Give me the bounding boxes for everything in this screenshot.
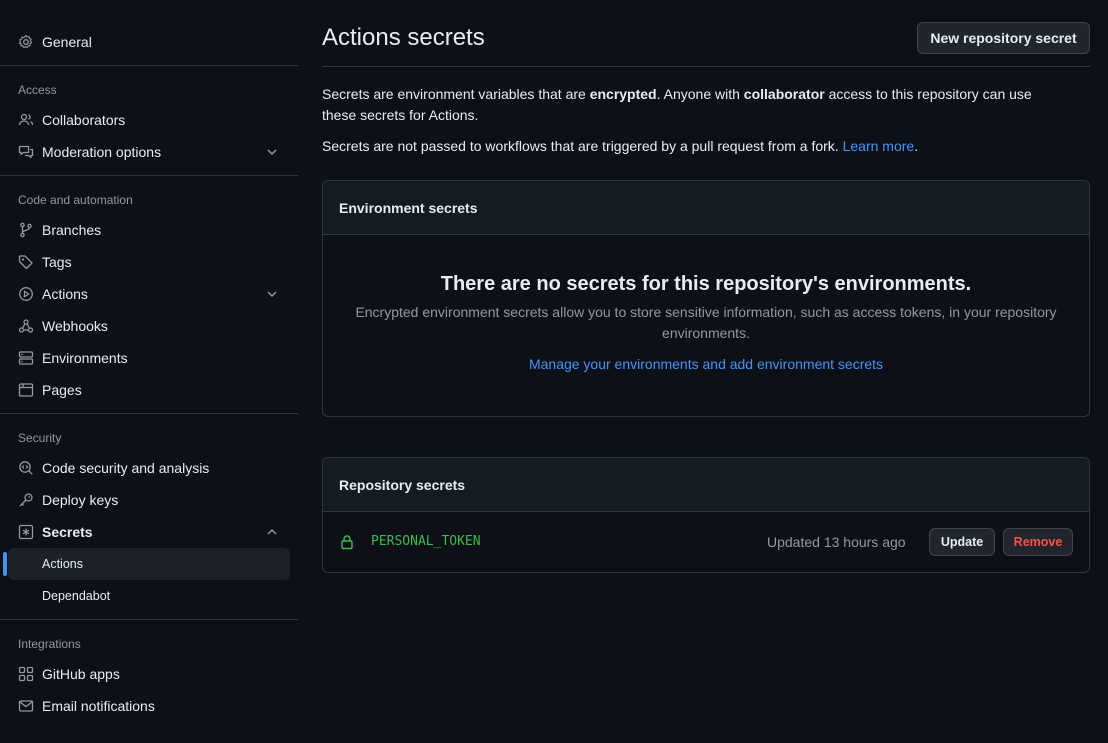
mail-icon — [18, 698, 34, 714]
sidebar-item-label: Tags — [42, 254, 72, 270]
title-divider — [322, 66, 1090, 67]
sidebar-item-tags[interactable]: Tags — [8, 247, 290, 277]
sidebar-item-secrets[interactable]: Secrets — [8, 517, 290, 547]
repository-secrets-header: Repository secrets — [323, 458, 1089, 512]
server-icon — [18, 350, 34, 366]
secret-name: PERSONAL_TOKEN — [371, 534, 481, 549]
sidebar-subitem-secrets-actions[interactable]: Actions — [8, 548, 290, 580]
intro-emphasis-collaborator: collaborator — [743, 86, 825, 102]
sidebar-item-label: GitHub apps — [42, 666, 120, 682]
group-label-code-automation: Code and automation — [18, 193, 133, 207]
blankslate-description: Encrypted environment secrets allow you … — [355, 304, 1057, 341]
sidebar-item-label: Branches — [42, 222, 102, 238]
fork-note-text: Secrets are not passed to workflows that… — [322, 138, 843, 154]
manage-environments-link: Manage your environments and add environ… — [323, 356, 1089, 372]
learn-more-link[interactable]: Learn more — [843, 138, 915, 154]
secret-row: PERSONAL_TOKEN Updated 13 hours ago Upda… — [323, 512, 1089, 572]
sidebar-item-code-security[interactable]: Code security and analysis — [8, 453, 290, 483]
fork-note-paragraph: Secrets are not passed to workflows that… — [322, 136, 1062, 157]
apps-icon — [18, 666, 34, 682]
intro-text: . Anyone with — [656, 86, 744, 102]
sidebar-item-label: Environments — [42, 350, 128, 366]
sidebar-divider — [0, 175, 298, 176]
sidebar-item-label: Secrets — [42, 524, 93, 540]
new-repository-secret-button[interactable]: New repository secret — [917, 22, 1090, 54]
sidebar-item-label: Actions — [42, 286, 88, 302]
settings-sidebar: General Access Collaborators Moderation … — [0, 0, 298, 743]
people-icon — [18, 112, 34, 128]
sidebar-item-email-notifications[interactable]: Email notifications — [8, 691, 290, 721]
gear-icon — [18, 34, 34, 50]
sidebar-item-label: Moderation options — [42, 144, 162, 160]
sidebar-item-branches[interactable]: Branches — [8, 215, 290, 245]
intro-text: Secrets are environment variables that a… — [322, 86, 590, 102]
sidebar-item-webhooks[interactable]: Webhooks — [8, 311, 290, 341]
secret-updated-time: Updated 13 hours ago — [767, 534, 906, 550]
key-icon — [18, 492, 34, 508]
sidebar-item-deploy-keys[interactable]: Deploy keys — [8, 485, 290, 515]
fork-note-text: . — [914, 138, 919, 154]
chevron-up-icon[interactable] — [264, 524, 280, 540]
environment-secrets-box: Environment secrets There are no secrets… — [322, 180, 1090, 417]
sidebar-item-label: General — [42, 34, 92, 50]
sidebar-item-collaborators[interactable]: Collaborators — [8, 105, 290, 135]
group-label-integrations: Integrations — [18, 637, 81, 651]
sidebar-item-pages[interactable]: Pages — [8, 375, 290, 405]
sidebar-item-label: Pages — [42, 382, 82, 398]
manage-environments-link-text[interactable]: Manage your environments and add environ… — [529, 356, 883, 372]
sidebar-item-github-apps[interactable]: GitHub apps — [8, 659, 290, 689]
browser-icon — [18, 382, 34, 398]
intro-paragraph: Secrets are environment variables that a… — [322, 84, 1062, 126]
asterisk-box-icon — [18, 524, 34, 540]
intro-emphasis-encrypted: encrypted — [589, 86, 657, 102]
active-indicator — [3, 552, 7, 576]
sidebar-item-actions[interactable]: Actions — [8, 279, 290, 309]
sidebar-item-label: Email notifications — [42, 698, 155, 714]
blankslate-title: There are no secrets for this repository… — [440, 273, 972, 295]
sidebar-item-label: Collaborators — [42, 112, 126, 128]
sidebar-subitem-secrets-dependabot[interactable]: Dependabot — [8, 580, 290, 612]
chevron-down-icon[interactable] — [264, 144, 280, 160]
update-secret-button[interactable]: Update — [929, 528, 995, 556]
sidebar-item-environments[interactable]: Environments — [8, 343, 290, 373]
sidebar-item-label: Webhooks — [42, 318, 108, 334]
lock-icon — [339, 534, 355, 550]
group-label-security: Security — [18, 431, 62, 445]
codescan-icon — [18, 460, 34, 476]
sidebar-item-general[interactable]: General — [8, 27, 290, 57]
webhook-icon — [18, 318, 34, 334]
sidebar-divider — [0, 619, 298, 620]
play-circle-icon — [18, 286, 34, 302]
environment-secrets-header: Environment secrets — [323, 181, 1089, 235]
sidebar-divider — [0, 413, 298, 414]
sidebar-item-label: Code security and analysis — [42, 460, 210, 476]
group-label-access: Access — [18, 83, 57, 97]
page-title: Actions secrets — [322, 24, 485, 51]
repository-secrets-box: Repository secrets PERSONAL_TOKEN Update… — [322, 457, 1090, 573]
sidebar-divider — [0, 65, 298, 66]
sidebar-item-label: Deploy keys — [42, 492, 119, 508]
comment-discussion-icon — [18, 144, 34, 160]
tag-icon — [18, 254, 34, 270]
sidebar-item-moderation[interactable]: Moderation options — [8, 137, 290, 167]
chevron-down-icon[interactable] — [264, 286, 280, 302]
remove-secret-button[interactable]: Remove — [1003, 528, 1073, 556]
git-branch-icon — [18, 222, 34, 238]
